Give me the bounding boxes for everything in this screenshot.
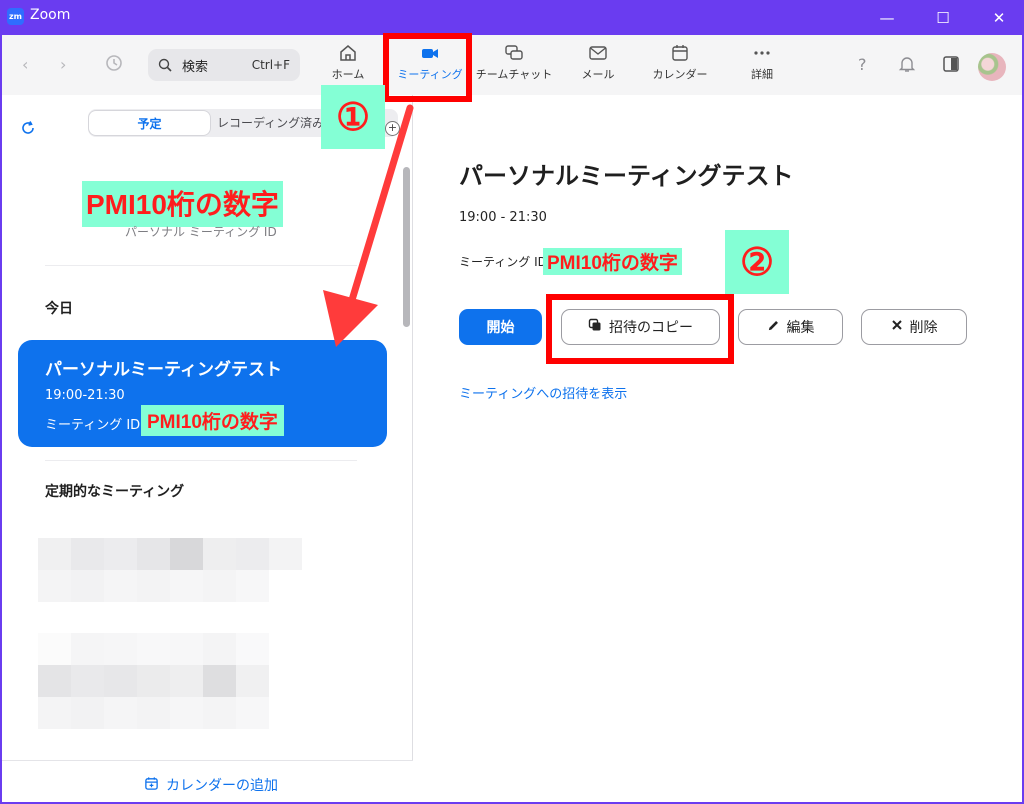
annotation-arrow: [323, 104, 414, 347]
annotation-box-copy-invitation: [546, 294, 734, 364]
annotation-step-2: ②: [725, 230, 789, 294]
